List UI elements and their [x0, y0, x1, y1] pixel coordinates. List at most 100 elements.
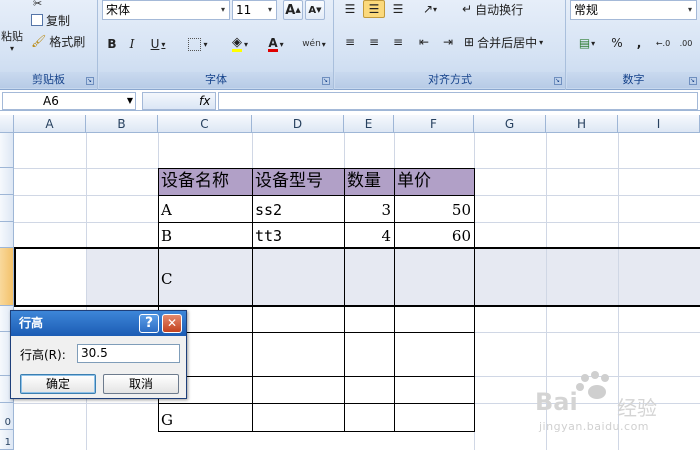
- select-all-corner[interactable]: [0, 115, 14, 133]
- row-number: 0: [4, 417, 11, 428]
- column-header-h[interactable]: H: [546, 115, 618, 133]
- decrease-indent-button[interactable]: ⇤: [413, 32, 435, 52]
- copy-button[interactable]: 复制: [30, 11, 92, 29]
- bold-button[interactable]: B: [103, 34, 121, 54]
- header-cell-price[interactable]: 单价: [394, 168, 474, 195]
- row-header[interactable]: [0, 133, 14, 168]
- font-launcher-icon[interactable]: ↘: [322, 77, 330, 85]
- format-painter-button[interactable]: 🖌 格式刷: [30, 32, 92, 50]
- font-size-select[interactable]: 11 ▾: [232, 0, 277, 20]
- italic-button[interactable]: I: [123, 34, 141, 54]
- alignment-group-label: 对齐方式: [335, 72, 565, 88]
- text-orientation-icon: ↗: [422, 2, 434, 16]
- column-header-f[interactable]: F: [394, 115, 474, 133]
- cell-name[interactable]: C: [158, 249, 252, 305]
- number-format-select[interactable]: 常规 ▾: [570, 0, 697, 20]
- column-header-i[interactable]: I: [618, 115, 700, 133]
- column-header-c[interactable]: C: [158, 115, 252, 133]
- font-color-button[interactable]: A ▾: [259, 34, 293, 54]
- italic-label: I: [129, 37, 135, 51]
- increase-indent-button[interactable]: ⇥: [437, 32, 459, 52]
- number-launcher-icon[interactable]: ↘: [689, 77, 697, 85]
- cell-model[interactable]: ss2: [252, 195, 344, 222]
- paste-button[interactable]: 粘贴 ▾: [0, 20, 24, 60]
- merge-center-button[interactable]: ⊞ 合并后居中 ▾: [463, 32, 563, 52]
- number-group-label: 数字: [567, 72, 700, 88]
- name-box[interactable]: A6 ▼: [2, 92, 136, 110]
- align-center-icon: ≡: [368, 35, 380, 49]
- row-header[interactable]: [0, 195, 14, 222]
- column-header-b[interactable]: B: [86, 115, 158, 133]
- gridline: [394, 133, 395, 168]
- help-icon: ?: [144, 315, 154, 331]
- align-middle-button[interactable]: ☰: [363, 0, 385, 18]
- chevron-down-icon: ▾: [433, 4, 438, 14]
- ok-button[interactable]: 确定: [20, 374, 96, 394]
- name-box-value: A6: [43, 94, 59, 108]
- font-name-select[interactable]: 宋体 ▾: [102, 0, 230, 20]
- header-cell-qty[interactable]: 数量: [344, 168, 394, 195]
- cell-model[interactable]: tt3: [252, 222, 344, 248]
- row-header[interactable]: [0, 168, 14, 195]
- chevron-down-icon: ▾: [220, 5, 225, 14]
- copy-icon: [31, 14, 43, 26]
- percent-button[interactable]: %: [607, 33, 627, 53]
- cell-qty[interactable]: 4: [344, 222, 394, 248]
- align-center-button[interactable]: ≡: [363, 32, 385, 52]
- chevron-down-icon: ▾: [267, 5, 272, 14]
- row-header[interactable]: 0: [0, 403, 14, 430]
- table-border: [158, 332, 475, 333]
- close-icon: ✕: [166, 316, 178, 330]
- cancel-button[interactable]: 取消: [103, 374, 179, 394]
- row-header[interactable]: 1: [0, 430, 14, 450]
- border-button[interactable]: ▾: [181, 34, 215, 54]
- help-button[interactable]: ?: [139, 314, 159, 333]
- font-size-value: 11: [236, 3, 252, 17]
- insert-function-button[interactable]: fx: [142, 92, 216, 110]
- chevron-down-icon: ▾: [539, 37, 544, 47]
- column-header-g[interactable]: G: [474, 115, 546, 133]
- row-header-selected[interactable]: [0, 248, 14, 306]
- comma-button[interactable]: ,: [629, 33, 649, 53]
- align-top-button[interactable]: ☰: [339, 0, 361, 18]
- wrap-text-button[interactable]: ↵ 自动换行: [461, 0, 537, 18]
- cell-name[interactable]: G: [158, 403, 252, 431]
- align-bottom-button[interactable]: ☰: [387, 0, 409, 18]
- number-format-value: 常规: [574, 3, 599, 17]
- active-cell-a6[interactable]: [14, 248, 86, 306]
- column-header-e[interactable]: E: [344, 115, 394, 133]
- cell-name[interactable]: B: [158, 222, 252, 248]
- decrease-decimal-button[interactable]: .00: [675, 33, 697, 53]
- paste-label: 粘贴: [1, 29, 23, 43]
- align-left-button[interactable]: ≡: [339, 32, 361, 52]
- row-height-input[interactable]: 30.5: [77, 344, 180, 363]
- font-color-label: A: [268, 35, 278, 52]
- clipboard-launcher-icon[interactable]: ↘: [86, 77, 94, 85]
- shrink-font-button[interactable]: A ▼: [305, 0, 325, 20]
- worksheet-grid[interactable]: A B C D E F G H I 0 1 设备名称 设备型号 数量 单价 A …: [0, 115, 700, 450]
- row-header[interactable]: [0, 222, 14, 248]
- formula-input[interactable]: [218, 92, 698, 110]
- grow-font-button[interactable]: A ▲: [283, 0, 303, 20]
- paint-bucket-icon: ◈: [231, 34, 242, 52]
- dialog-title-bar[interactable]: 行高: [11, 311, 186, 336]
- accounting-format-button[interactable]: ▤ ▾: [571, 33, 603, 53]
- cell-price[interactable]: 60: [394, 222, 474, 248]
- orientation-button[interactable]: ↗ ▾: [415, 0, 445, 18]
- scissors-icon: ✂: [33, 0, 43, 10]
- column-header-d[interactable]: D: [252, 115, 344, 133]
- cell-name[interactable]: A: [158, 195, 252, 222]
- fill-color-button[interactable]: ◈ ▾: [223, 34, 257, 54]
- phonetic-button[interactable]: wén ▾: [297, 34, 331, 54]
- align-right-button[interactable]: ≡: [387, 32, 409, 52]
- alignment-launcher-icon[interactable]: ↘: [554, 77, 562, 85]
- increase-decimal-button[interactable]: ←.0: [653, 33, 673, 53]
- close-button[interactable]: ✕: [162, 314, 182, 333]
- header-cell-name[interactable]: 设备名称: [158, 168, 252, 195]
- selection-border-left: [14, 247, 16, 307]
- cell-qty[interactable]: 3: [344, 195, 394, 222]
- header-cell-model[interactable]: 设备型号: [252, 168, 344, 195]
- column-header-a[interactable]: A: [14, 115, 86, 133]
- cell-price[interactable]: 50: [394, 195, 474, 222]
- underline-button[interactable]: U ▾: [143, 34, 173, 54]
